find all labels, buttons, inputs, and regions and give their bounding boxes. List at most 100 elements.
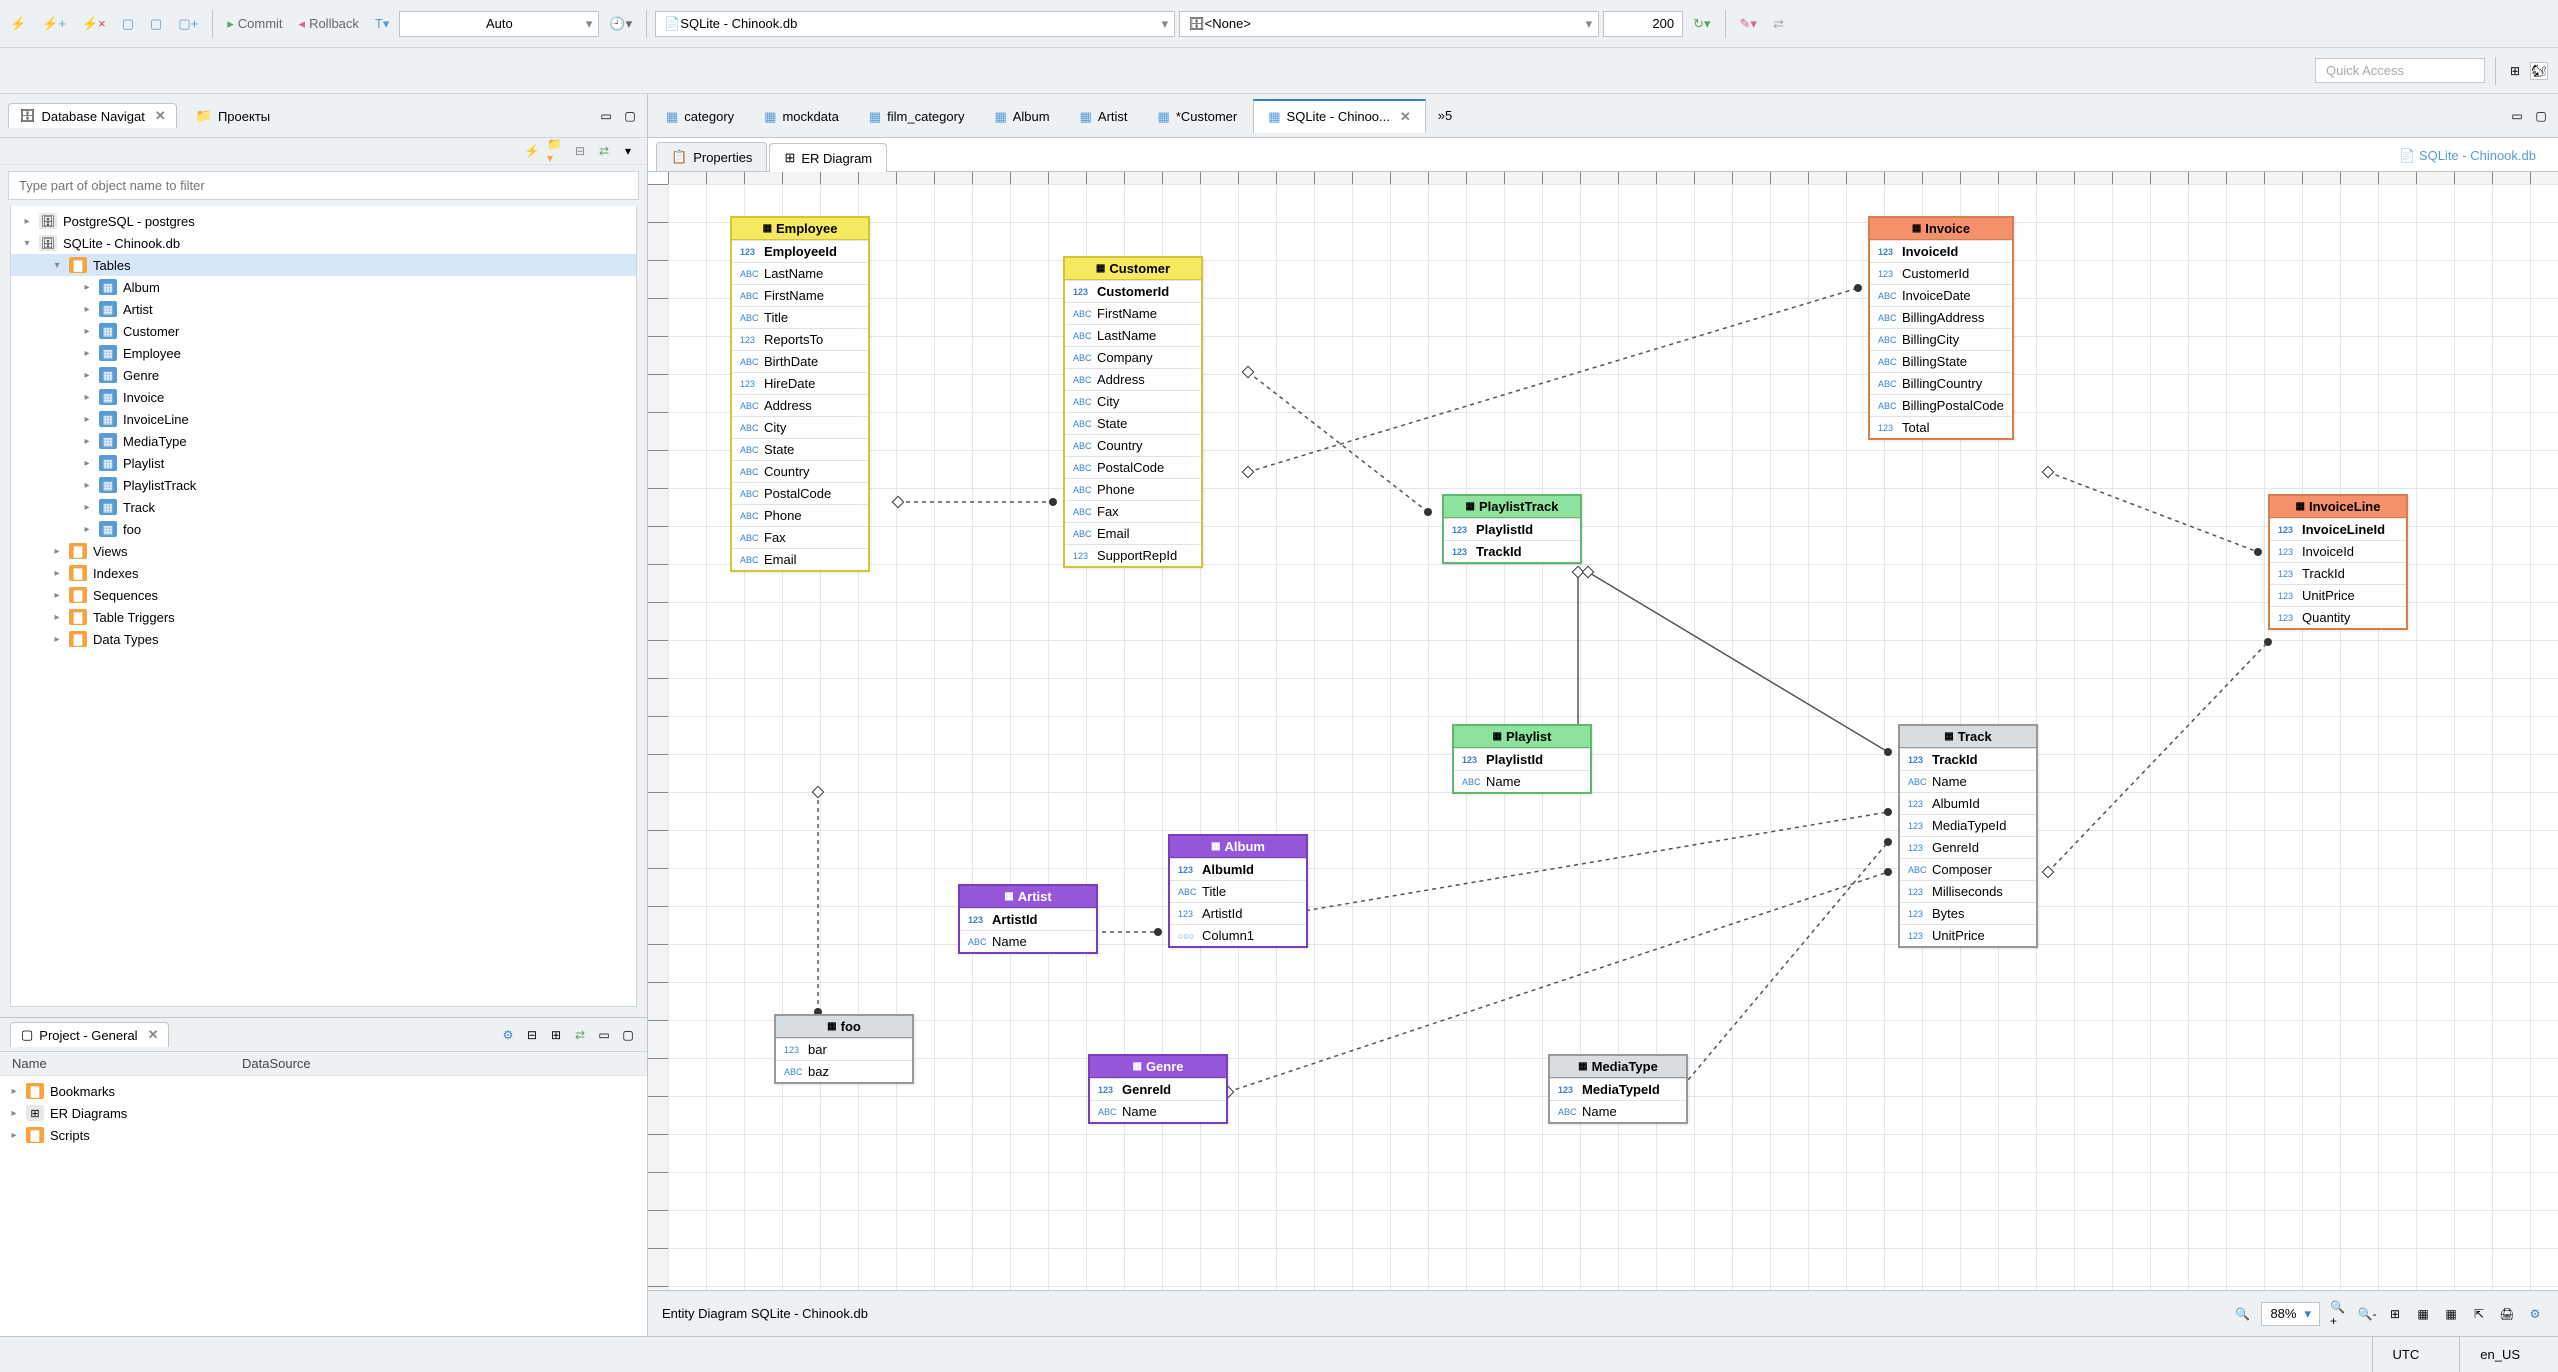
zoom-out-icon[interactable]: 🔍- — [2358, 1305, 2376, 1323]
editor-tab--Customer[interactable]: ▦*Customer — [1144, 99, 1252, 133]
minimize-icon[interactable]: ▭ — [595, 1026, 613, 1044]
settings-icon[interactable]: ⚙ — [2526, 1305, 2544, 1323]
tree-row-foo[interactable]: ▸▦foo — [11, 518, 636, 540]
tree-row-genre[interactable]: ▸▦Genre — [11, 364, 636, 386]
sql-file-icon[interactable]: ▢ — [144, 12, 168, 36]
tree-row-invoice[interactable]: ▸▦Invoice — [11, 386, 636, 408]
entity-track[interactable]: ▦Track123TrackIdABCName123AlbumId123Medi… — [1898, 724, 2038, 948]
projects-tab[interactable]: 📁 Проекты — [185, 103, 281, 128]
editor-tab-film_category[interactable]: ▦film_category — [855, 99, 979, 133]
refresh-icon[interactable]: ↻▾ — [1687, 12, 1716, 36]
stop-icon[interactable]: ✎▾ — [1734, 12, 1763, 36]
refresh-diagram-icon[interactable]: ▦ — [2442, 1305, 2460, 1323]
navigator-tree[interactable]: ▸🗄PostgreSQL - postgres▾🗄SQLite - Chinoo… — [10, 206, 637, 1007]
entity-playlist[interactable]: ▦Playlist123PlaylistIdABCName — [1452, 724, 1592, 794]
tree-row-views[interactable]: ▸▇Views — [11, 540, 636, 562]
entity-invoice[interactable]: ▦Invoice123InvoiceId123CustomerIdABCInvo… — [1868, 216, 2014, 440]
minimize-icon[interactable]: ▭ — [2508, 107, 2526, 125]
timezone-cell[interactable]: UTC — [2372, 1337, 2440, 1372]
entity-employee[interactable]: ▦Employee123EmployeeIdABCLastNameABCFirs… — [730, 216, 870, 572]
commit-button[interactable]: ▸Commit — [221, 12, 288, 36]
new-sql-icon[interactable]: ▢+ — [172, 12, 204, 36]
connection-combo[interactable]: 📄 SQLite - Chinook.db — [655, 11, 1175, 37]
history-icon[interactable]: 🕘▾ — [603, 12, 638, 36]
tree-row-customer[interactable]: ▸▦Customer — [11, 320, 636, 342]
link-icon[interactable]: ⇄ — [571, 1026, 589, 1044]
grid-icon[interactable]: ▦ — [2414, 1305, 2432, 1323]
tree-row-track[interactable]: ▸▦Track — [11, 496, 636, 518]
entity-foo[interactable]: ▦foo123barABCbaz — [774, 1014, 914, 1084]
expand-all-icon[interactable]: ⊞ — [547, 1026, 565, 1044]
editor-tab-Album[interactable]: ▦Album — [980, 99, 1063, 133]
tx-mode-icon[interactable]: T▾ — [369, 12, 395, 36]
dbeaver-perspective-icon[interactable]: 🐿 — [2530, 62, 2548, 80]
connect-icon[interactable]: ⚡ — [4, 12, 32, 36]
project-row-er-diagrams[interactable]: ▸⊞ER Diagrams — [0, 1102, 647, 1124]
tree-row-sqlite-chinook-db[interactable]: ▾🗄SQLite - Chinook.db — [11, 232, 636, 254]
entity-invoiceline[interactable]: ▦InvoiceLine123InvoiceLineId123InvoiceId… — [2268, 494, 2408, 630]
row-limit-input[interactable] — [1603, 11, 1683, 37]
maximize-icon[interactable]: ▢ — [621, 107, 639, 125]
tree-row-playlist[interactable]: ▸▦Playlist — [11, 452, 636, 474]
search-icon[interactable]: 🔍 — [2233, 1305, 2251, 1323]
er-canvas[interactable]: ▦Employee123EmployeeIdABCLastNameABCFirs… — [648, 172, 2558, 1336]
entity-mediatype[interactable]: ▦MediaType123MediaTypeIdABCName — [1548, 1054, 1688, 1124]
new-folder-icon[interactable]: 📁▾ — [547, 142, 565, 160]
project-row-bookmarks[interactable]: ▸▇Bookmarks — [0, 1080, 647, 1102]
collapse-all-icon[interactable]: ⊟ — [523, 1026, 541, 1044]
close-icon[interactable]: ✕ — [148, 1027, 159, 1043]
disconnect-icon[interactable]: ⚡× — [76, 12, 112, 36]
tree-row-tables[interactable]: ▾▇Tables — [11, 254, 636, 276]
connect-db-icon[interactable]: ⚡ — [523, 142, 541, 160]
tree-row-data-types[interactable]: ▸▇Data Types — [11, 628, 636, 650]
properties-tab[interactable]: 📋 Properties — [656, 142, 767, 171]
locale-cell[interactable]: en_US — [2459, 1337, 2540, 1372]
database-combo[interactable]: 🗄 <None> — [1179, 11, 1599, 37]
er-diagram-tab[interactable]: ⊞ ER Diagram — [769, 143, 887, 172]
quick-access-input[interactable]: Quick Access — [2315, 58, 2485, 83]
tree-row-employee[interactable]: ▸▦Employee — [11, 342, 636, 364]
project-tree[interactable]: ▸▇Bookmarks▸⊞ER Diagrams▸▇Scripts — [0, 1076, 647, 1336]
entity-genre[interactable]: ▦Genre123GenreIdABCName — [1088, 1054, 1228, 1124]
tree-row-indexes[interactable]: ▸▇Indexes — [11, 562, 636, 584]
editor-tab-mockdata[interactable]: ▦mockdata — [750, 99, 853, 133]
layout-icon[interactable]: ⊞ — [2386, 1305, 2404, 1323]
tree-row-postgresql-postgres[interactable]: ▸🗄PostgreSQL - postgres — [11, 210, 636, 232]
tree-row-mediatype[interactable]: ▸▦MediaType — [11, 430, 636, 452]
editor-tab-Artist[interactable]: ▦Artist — [1066, 99, 1142, 133]
tree-row-playlisttrack[interactable]: ▸▦PlaylistTrack — [11, 474, 636, 496]
tree-row-invoiceline[interactable]: ▸▦InvoiceLine — [11, 408, 636, 430]
entity-artist[interactable]: ▦Artist123ArtistIdABCName — [958, 884, 1098, 954]
project-row-scripts[interactable]: ▸▇Scripts — [0, 1124, 647, 1146]
maximize-icon[interactable]: ▢ — [619, 1026, 637, 1044]
minimize-icon[interactable]: ▭ — [597, 107, 615, 125]
zoom-in-icon[interactable]: 🔍+ — [2330, 1305, 2348, 1323]
link-icon[interactable]: ⇄ — [1767, 12, 1790, 36]
entity-album[interactable]: ▦Album123AlbumIdABCTitle123ArtistId○○○Co… — [1168, 834, 1308, 948]
export-icon[interactable]: ⇱ — [2470, 1305, 2488, 1323]
open-perspective-icon[interactable]: ⊞ — [2506, 62, 2524, 80]
tx-mode-combo[interactable]: Auto — [399, 11, 599, 37]
rollback-button[interactable]: ◂Rollback — [293, 12, 365, 36]
collapse-icon[interactable]: ⊟ — [571, 142, 589, 160]
tree-row-sequences[interactable]: ▸▇Sequences — [11, 584, 636, 606]
config-icon[interactable]: ⚙ — [499, 1026, 517, 1044]
maximize-icon[interactable]: ▢ — [2532, 107, 2550, 125]
entity-playlisttrack[interactable]: ▦PlaylistTrack123PlaylistId123TrackId — [1442, 494, 1582, 564]
navigator-tab[interactable]: 🗄 Database Navigat ✕ — [8, 103, 177, 128]
print-icon[interactable]: 🖨 — [2498, 1305, 2516, 1323]
sql-editor-icon[interactable]: ▢ — [116, 12, 140, 36]
tree-row-album[interactable]: ▸▦Album — [11, 276, 636, 298]
editor-tab-category[interactable]: ▦category — [652, 99, 748, 133]
tree-row-artist[interactable]: ▸▦Artist — [11, 298, 636, 320]
view-menu-icon[interactable]: ▾ — [619, 142, 637, 160]
new-connection-icon[interactable]: ⚡+ — [36, 12, 72, 36]
project-tab[interactable]: ▢ Project - General ✕ — [10, 1022, 169, 1047]
zoom-combo[interactable]: 88% ▾ — [2261, 1302, 2320, 1326]
filter-input[interactable] — [8, 171, 639, 200]
link-editor-icon[interactable]: ⇄ — [595, 142, 613, 160]
tree-row-table-triggers[interactable]: ▸▇Table Triggers — [11, 606, 636, 628]
entity-customer[interactable]: ▦Customer123CustomerIdABCFirstNameABCLas… — [1063, 256, 1203, 568]
close-icon[interactable]: ✕ — [155, 108, 166, 124]
editor-tab-SQLite-Chinoo-[interactable]: ▦SQLite - Chinoo...✕ — [1253, 99, 1426, 133]
